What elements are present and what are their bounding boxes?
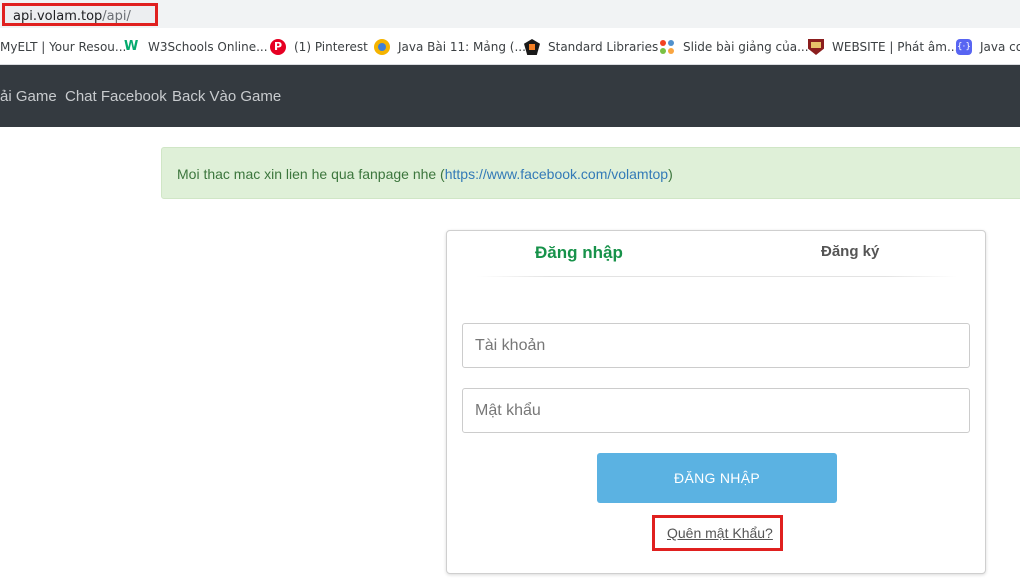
login-panel: Đăng nhập Đăng ký ĐĂNG NHẬP Quên mật Khẩ… xyxy=(446,230,986,574)
bookmark-label: MyELT | Your Resou... xyxy=(0,40,127,54)
bookmark-java-co[interactable]: {·} Java cơ xyxy=(956,38,1020,56)
url-host: api.volam.top xyxy=(13,9,103,24)
nav-link-chat-facebook[interactable]: Chat Facebook xyxy=(65,88,167,105)
tab-divider xyxy=(477,276,957,277)
bookmark-pinterest[interactable]: P (1) Pinterest xyxy=(270,38,368,56)
bookmark-slide[interactable]: Slide bài giảng của... xyxy=(659,38,809,56)
bookmarks-bar: MyELT | Your Resou... W W3Schools Online… xyxy=(0,28,1020,65)
info-alert: Moi thac mac xin lien he qua fanpage nhe… xyxy=(161,147,1020,199)
url-path: /api/ xyxy=(102,9,131,24)
nav-link-game[interactable]: ải Game xyxy=(0,88,57,105)
alert-message: Moi thac mac xin lien he qua fanpage nhe… xyxy=(177,166,673,182)
forgot-highlight-box: Quên mật Khẩu? xyxy=(652,515,783,551)
bookmark-standard-libraries[interactable]: Standard Libraries xyxy=(524,38,658,56)
bookmark-label: (1) Pinterest xyxy=(294,40,368,54)
bookmark-w3schools[interactable]: W W3Schools Online... xyxy=(124,38,268,56)
fanpage-link[interactable]: https://www.facebook.com/volamtop xyxy=(445,166,668,182)
address-bar: api.volam.top/api/ xyxy=(0,0,1020,28)
bookmark-website[interactable]: WEBSITE | Phát âm... xyxy=(808,38,958,56)
alert-suffix: ) xyxy=(668,166,673,182)
bookmark-myelt[interactable]: MyELT | Your Resou... xyxy=(0,38,126,56)
bookmark-label: WEBSITE | Phát âm... xyxy=(832,40,959,54)
login-button[interactable]: ĐĂNG NHẬP xyxy=(597,453,837,503)
alert-text: Moi thac mac xin lien he qua fanpage nhe… xyxy=(177,166,445,182)
tab-login[interactable]: Đăng nhập xyxy=(535,243,623,263)
code-icon: {·} xyxy=(956,39,972,55)
bookmark-java[interactable]: Java Bài 11: Mảng (... xyxy=(374,38,526,56)
bookmark-label: Standard Libraries xyxy=(548,40,659,54)
nav-link-back-to-game[interactable]: Back Vào Game xyxy=(172,88,281,105)
pinterest-icon: P xyxy=(270,39,286,55)
bookmark-label: Slide bài giảng của... xyxy=(683,40,809,54)
password-input[interactable] xyxy=(462,388,970,433)
url-highlight-box[interactable]: api.volam.top/api/ xyxy=(2,3,158,26)
bookmark-label: Java cơ xyxy=(980,40,1020,54)
forgot-password-link[interactable]: Quên mật Khẩu? xyxy=(667,525,773,541)
bookmark-label: Java Bài 11: Mảng (... xyxy=(398,40,526,54)
java-icon xyxy=(374,39,390,55)
site-navbar: ải Game Chat Facebook Back Vào Game xyxy=(0,65,1020,127)
url-field[interactable]: api.volam.top/api/ xyxy=(13,9,131,24)
username-input[interactable] xyxy=(462,323,970,368)
cambridge-icon xyxy=(808,39,824,55)
joomla-icon xyxy=(659,39,675,55)
princeton-icon xyxy=(524,39,540,55)
w3schools-icon: W xyxy=(124,39,139,54)
tab-register[interactable]: Đăng ký xyxy=(821,243,879,260)
bookmark-label: W3Schools Online... xyxy=(148,40,268,54)
